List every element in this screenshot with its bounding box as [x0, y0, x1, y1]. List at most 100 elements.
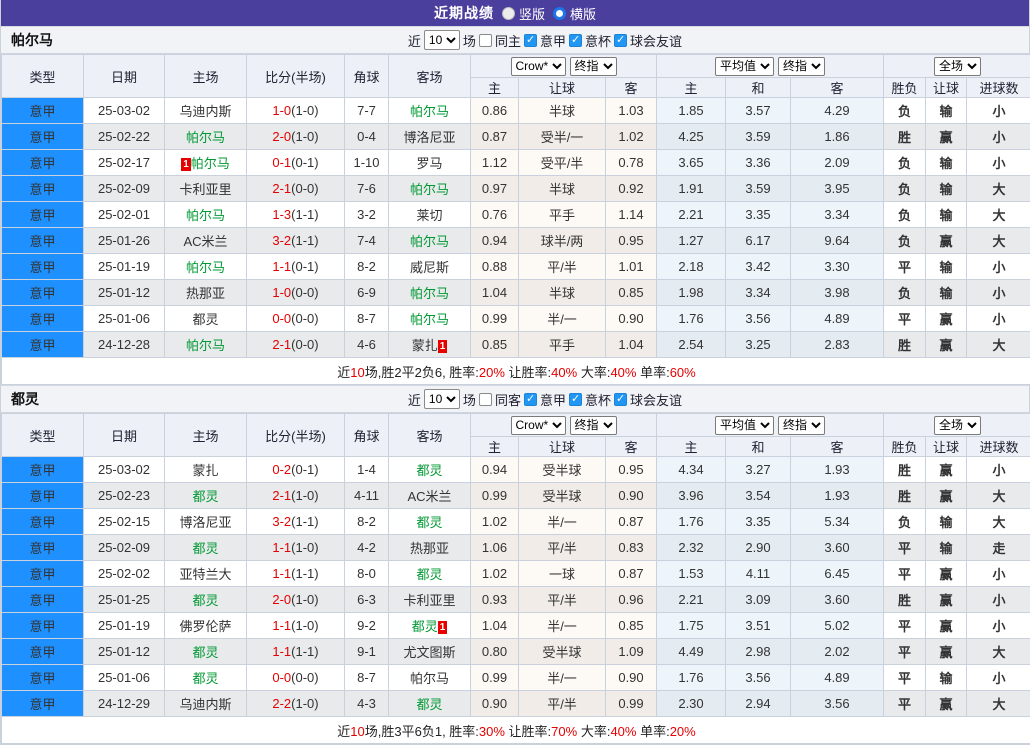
header-group: Crow*终指	[471, 55, 657, 78]
corner-cell: 4-2	[345, 535, 389, 561]
table-row: 意甲25-02-09卡利亚里2-1(0-0)7-6帕尔马0.97半球0.921.…	[2, 176, 1030, 202]
average-select[interactable]: 平均值	[715, 57, 774, 76]
summary-rate-value: 20%	[670, 724, 696, 739]
result-handicap-cell: 输	[926, 509, 967, 535]
fulltime-score: 1-1	[272, 644, 291, 659]
corner-cell: 1-4	[345, 457, 389, 483]
same-side-label: 同客	[495, 390, 521, 409]
fullmatch-select[interactable]: 全场	[934, 416, 981, 435]
stage-select[interactable]: 终指	[778, 416, 825, 435]
sub-column-header: 客	[606, 437, 657, 457]
recent-count-select[interactable]: 10	[424, 30, 460, 50]
league-cell: 意甲	[2, 176, 84, 202]
sub-column-header: 主	[657, 78, 726, 98]
same-side-checkbox[interactable]	[479, 34, 492, 47]
stage-select[interactable]: 终指	[570, 416, 617, 435]
corner-cell: 9-1	[345, 639, 389, 665]
layout-radio-vertical[interactable]: 竖版	[502, 4, 545, 23]
league-cell: 意甲	[2, 228, 84, 254]
avg-home-cell: 1.27	[657, 228, 726, 254]
summary-text: 大率:	[577, 365, 610, 380]
result-outcome-cell: 平	[884, 254, 926, 280]
page-title: 近期战绩	[434, 3, 494, 23]
table-foot: 近10场,胜3平6负1, 胜率:30% 让胜率:70% 大率:40% 单率:20…	[2, 717, 1030, 744]
result-handicap-cell: 赢	[926, 561, 967, 587]
handicap-cell: 半/一	[519, 665, 606, 691]
column-header: 日期	[84, 414, 165, 457]
summary-text: 大率:	[577, 724, 610, 739]
result-handicap-cell: 赢	[926, 613, 967, 639]
result-outcome-cell: 平	[884, 535, 926, 561]
team-name: 蒙扎	[192, 463, 218, 478]
table-row: 意甲25-01-12热那亚1-0(0-0)6-9帕尔马1.04半球0.851.9…	[2, 280, 1030, 306]
avg-home-cell: 1.75	[657, 613, 726, 639]
team-name: AC米兰	[183, 234, 227, 249]
odds-home-cell: 0.99	[471, 665, 519, 691]
team-name: 莱切	[416, 208, 442, 223]
team-name: 帕尔马	[410, 286, 449, 301]
result-outcome-cell: 胜	[884, 457, 926, 483]
handicap-cell: 半/一	[519, 306, 606, 332]
league-cell: 意甲	[2, 587, 84, 613]
away-team-cell: 都灵	[389, 691, 471, 717]
bookmaker-select[interactable]: Crow*	[511, 57, 566, 76]
recent-count-select[interactable]: 10	[424, 389, 460, 409]
avg-away-cell: 5.34	[791, 509, 884, 535]
home-team-cell: 帕尔马	[165, 124, 247, 150]
fulltime-score: 1-1	[272, 540, 291, 555]
home-team-cell: 蒙扎	[165, 457, 247, 483]
avg-draw-cell: 3.51	[726, 613, 791, 639]
odds-away-cell: 1.03	[606, 98, 657, 124]
odds-home-cell: 0.76	[471, 202, 519, 228]
fullmatch-select[interactable]: 全场	[934, 57, 981, 76]
handicap-cell: 受半球	[519, 457, 606, 483]
avg-draw-cell: 3.25	[726, 332, 791, 358]
home-team-cell: 都灵	[165, 306, 247, 332]
date-cell: 25-02-02	[84, 561, 165, 587]
handicap-cell: 球半/两	[519, 228, 606, 254]
odds-away-cell: 0.85	[606, 280, 657, 306]
average-select[interactable]: 平均值	[715, 416, 774, 435]
same-side-label: 同主	[495, 31, 521, 50]
score-cell: 2-2(1-0)	[247, 691, 345, 717]
sections-container: 帕尔马近10场同主意甲意杯球会友谊类型日期主场比分(半场)角球客场Crow*终指…	[1, 26, 1029, 744]
avg-draw-cell: 2.94	[726, 691, 791, 717]
league-cell: 意甲	[2, 535, 84, 561]
league-checkbox[interactable]	[614, 393, 627, 406]
league-checkbox[interactable]	[524, 393, 537, 406]
score-cell: 1-1(1-1)	[247, 561, 345, 587]
handicap-cell: 受半/一	[519, 124, 606, 150]
home-team-cell: 卡利亚里	[165, 176, 247, 202]
same-side-checkbox[interactable]	[479, 393, 492, 406]
result-goals-cell: 小	[967, 306, 1030, 332]
halftime-score: (1-1)	[291, 514, 318, 529]
table-row: 意甲24-12-28帕尔马2-1(0-0)4-6蒙扎10.85平手1.042.5…	[2, 332, 1030, 358]
corner-cell: 7-4	[345, 228, 389, 254]
stage-select[interactable]: 终指	[778, 57, 825, 76]
league-checkbox[interactable]	[524, 34, 537, 47]
column-header: 客场	[389, 55, 471, 98]
away-team-cell: 都灵	[389, 509, 471, 535]
table-row: 意甲25-01-26AC米兰3-2(1-1)7-4帕尔马0.94球半/两0.95…	[2, 228, 1030, 254]
bookmaker-select[interactable]: Crow*	[511, 416, 566, 435]
result-handicap-cell: 输	[926, 665, 967, 691]
league-checkbox[interactable]	[569, 393, 582, 406]
layout-radio-horizontal[interactable]: 横版	[553, 4, 596, 23]
handicap-cell: 平/半	[519, 254, 606, 280]
team-name: 都灵	[412, 619, 438, 634]
league-checkbox[interactable]	[614, 34, 627, 47]
recent-results-page: 近期战绩 竖版 横版 帕尔马近10场同主意甲意杯球会友谊类型日期主场比分(半场)…	[0, 0, 1030, 745]
odds-home-cell: 0.90	[471, 691, 519, 717]
avg-away-cell: 4.89	[791, 665, 884, 691]
stage-select[interactable]: 终指	[570, 57, 617, 76]
header-group: 全场	[884, 55, 1030, 78]
result-outcome-cell: 负	[884, 228, 926, 254]
result-handicap-cell: 赢	[926, 483, 967, 509]
result-outcome-cell: 负	[884, 98, 926, 124]
team-name: 乌迪内斯	[179, 697, 231, 712]
header-row-groups: 类型日期主场比分(半场)角球客场Crow*终指平均值终指全场	[2, 55, 1030, 78]
league-checkbox[interactable]	[569, 34, 582, 47]
corner-cell: 4-3	[345, 691, 389, 717]
team-name: 帕尔马	[186, 208, 225, 223]
away-team-cell: 热那亚	[389, 535, 471, 561]
